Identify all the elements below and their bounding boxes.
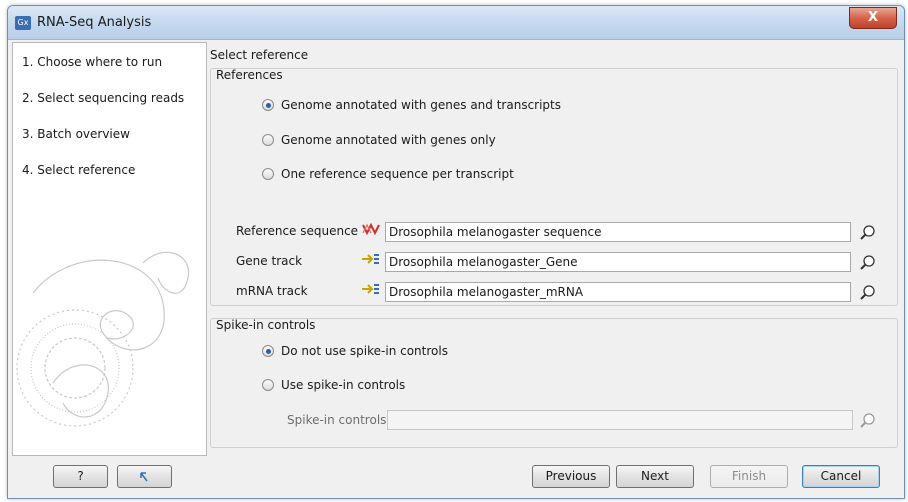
dialog-window: Gx RNA-Seq Analysis X 1. Choose where to…: [7, 5, 905, 499]
step-select-reference: 4. Select reference: [22, 163, 136, 177]
wizard-steps-panel: 1. Choose where to run 2. Select sequenc…: [12, 42, 207, 456]
cancel-button[interactable]: Cancel: [802, 465, 880, 488]
previous-button[interactable]: Previous: [532, 465, 610, 488]
gene-track-field[interactable]: Drosophila melanogaster_Gene: [385, 252, 851, 272]
reference-sequence-field[interactable]: Drosophila melanogaster sequence: [385, 222, 851, 242]
title-bar: Gx RNA-Seq Analysis X: [8, 6, 904, 40]
help-button[interactable]: ?: [53, 465, 108, 488]
browse-magnifier-icon[interactable]: [859, 412, 877, 430]
next-button[interactable]: Next: [616, 465, 694, 488]
step-batch-overview: 3. Batch overview: [22, 127, 130, 141]
main-content: Select reference References Genome annot…: [207, 42, 899, 454]
browse-magnifier-icon[interactable]: [859, 224, 877, 242]
sequence-icon: [362, 222, 380, 236]
gene-track-label: Gene track: [236, 254, 303, 268]
step-select-sequencing-reads: 2. Select sequencing reads: [22, 91, 185, 105]
spike-in-group-title: Spike-in controls: [216, 318, 316, 332]
radio-button-selected[interactable]: [262, 345, 274, 357]
page-heading: Select reference: [210, 48, 309, 62]
browse-magnifier-icon[interactable]: [859, 254, 877, 272]
mrna-track-field[interactable]: Drosophila melanogaster_mRNA: [385, 282, 851, 302]
radio-button[interactable]: [262, 379, 274, 391]
radio-button[interactable]: [262, 168, 274, 180]
radio-button[interactable]: [262, 134, 274, 146]
mrna-track-label: mRNA track: [236, 284, 308, 298]
undo-arrow-icon: [139, 472, 148, 482]
finish-button[interactable]: Finish: [710, 465, 788, 488]
step-choose-where-to-run: 1. Choose where to run: [22, 55, 163, 69]
references-group-title: References: [216, 68, 283, 82]
browse-magnifier-icon[interactable]: [859, 284, 877, 302]
reference-sequence-label: Reference sequence: [236, 224, 359, 238]
decorative-swirl-graphic: [16, 251, 190, 427]
close-button[interactable]: X: [849, 7, 897, 29]
button-bar: ? Previous Next Finish Cancel: [8, 458, 904, 498]
track-icon: [362, 284, 379, 294]
references-group: References Genome annotated with genes a…: [210, 68, 898, 306]
spike-in-controls-field[interactable]: [387, 410, 853, 430]
spike-in-controls-label: Spike-in controls: [287, 413, 387, 427]
spike-in-group: Spike-in controls Do not use spike-in co…: [210, 318, 898, 448]
reset-button[interactable]: [117, 465, 172, 488]
window-title: RNA-Seq Analysis: [37, 15, 152, 30]
radio-button-selected[interactable]: [262, 99, 274, 111]
track-icon: [362, 254, 379, 264]
app-icon: Gx: [15, 16, 31, 30]
